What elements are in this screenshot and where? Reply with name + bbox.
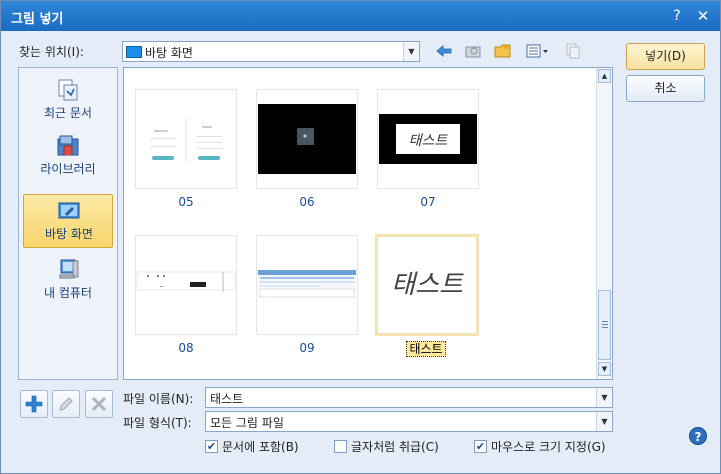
file-name: 09 bbox=[299, 341, 315, 355]
thumbnail bbox=[256, 89, 358, 189]
thumbnail: 태스트 bbox=[377, 89, 479, 189]
option-label: 글자처럼 취급(C) bbox=[351, 440, 439, 454]
file-item[interactable]: 08 bbox=[135, 235, 239, 355]
file-type-label: 파일 형식(T): bbox=[123, 416, 192, 430]
place-recent-documents[interactable]: 최근 문서 bbox=[23, 74, 113, 128]
thumbnail-image bbox=[150, 118, 222, 162]
web-folder-icon bbox=[465, 46, 481, 58]
file-item[interactable]: 태스트 07 bbox=[377, 89, 481, 209]
desktop-icon bbox=[58, 202, 80, 219]
new-folder-icon bbox=[494, 44, 511, 58]
cancel-button[interactable]: 취소 bbox=[626, 75, 705, 102]
file-name: 08 bbox=[178, 341, 194, 355]
new-folder-button[interactable] bbox=[492, 41, 514, 61]
copy-page-icon bbox=[566, 43, 580, 59]
option-label: 마우스로 크기 지정(G) bbox=[491, 440, 606, 454]
place-label: 최근 문서 bbox=[44, 106, 92, 120]
places-bar: 최근 문서 라이브러리 바탕 화면 내 컴퓨터 bbox=[18, 67, 118, 380]
file-item-selected[interactable]: 태스트 태스트 bbox=[375, 234, 479, 357]
thumb-handwriting: 태스트 bbox=[409, 133, 449, 149]
place-library[interactable]: 라이브러리 bbox=[23, 130, 113, 184]
thumbnail bbox=[135, 235, 237, 335]
place-label: 바탕 화면 bbox=[45, 227, 93, 241]
file-name-label: 파일 이름(N): bbox=[123, 392, 194, 406]
option-label: 문서에 포함(B) bbox=[222, 440, 299, 454]
embed-in-document-checkbox[interactable]: ✔ 문서에 포함(B) bbox=[205, 438, 299, 455]
title-bar: 그림 넣기 ? ✕ bbox=[1, 1, 720, 31]
file-type-value: 모든 그림 파일 bbox=[210, 416, 284, 430]
thumbnail bbox=[135, 89, 237, 189]
desktop-icon bbox=[126, 46, 142, 58]
place-desktop[interactable]: 바탕 화면 bbox=[23, 194, 113, 248]
look-in-value: 바탕 화면 bbox=[145, 46, 193, 60]
file-name: 06 bbox=[299, 195, 315, 209]
file-name: 07 bbox=[420, 195, 436, 209]
back-button[interactable] bbox=[433, 41, 455, 61]
thumbnail: 태스트 bbox=[375, 234, 479, 336]
checkbox-checked[interactable]: ✔ bbox=[205, 440, 218, 453]
view-list-icon bbox=[526, 44, 548, 58]
scroll-up-button[interactable]: ▲ bbox=[598, 69, 611, 83]
web-search-button[interactable] bbox=[462, 41, 484, 61]
back-arrow-icon bbox=[436, 45, 452, 57]
file-name: 태스트 bbox=[375, 340, 477, 357]
checkbox-unchecked[interactable] bbox=[334, 440, 347, 453]
close-button[interactable]: ✕ bbox=[693, 6, 713, 26]
chevron-down-icon[interactable]: ▼ bbox=[596, 388, 612, 407]
thumbnail-image: 태스트 bbox=[379, 114, 477, 164]
file-name-input[interactable]: 태스트 ▼ bbox=[205, 387, 613, 408]
file-name-value: 태스트 bbox=[210, 392, 244, 406]
file-item[interactable]: 05 bbox=[135, 89, 239, 209]
place-my-computer[interactable]: 내 컴퓨터 bbox=[23, 254, 113, 308]
treat-as-char-checkbox[interactable]: 글자처럼 취급(C) bbox=[334, 438, 439, 455]
thumbnail-image: 태스트 bbox=[391, 270, 464, 300]
insert-button[interactable]: 넣기(D) bbox=[626, 43, 705, 70]
help-icon[interactable]: ? bbox=[689, 427, 707, 445]
look-in-dropdown[interactable]: 바탕 화면 ▼ bbox=[122, 41, 420, 62]
vertical-scrollbar[interactable]: ▲ ▼ bbox=[596, 68, 612, 379]
thumbnail-image bbox=[136, 271, 236, 292]
help-title-button[interactable]: ? bbox=[667, 6, 687, 26]
pencil-icon bbox=[59, 397, 73, 411]
plus-icon bbox=[25, 395, 43, 413]
views-menu-button[interactable] bbox=[524, 41, 552, 61]
file-type-dropdown[interactable]: 모든 그림 파일 ▼ bbox=[205, 411, 613, 432]
file-item[interactable]: 09 bbox=[256, 235, 360, 355]
place-label: 내 컴퓨터 bbox=[44, 286, 92, 300]
chevron-down-icon[interactable]: ▼ bbox=[403, 42, 419, 61]
recent-docs-icon bbox=[58, 79, 78, 101]
checkbox-checked[interactable]: ✔ bbox=[474, 440, 487, 453]
delete-place-button[interactable] bbox=[85, 390, 113, 418]
preview-button[interactable] bbox=[562, 41, 584, 61]
scroll-down-button[interactable]: ▼ bbox=[598, 362, 611, 376]
look-in-label: 찾는 위치(I): bbox=[19, 45, 84, 59]
thumbnail bbox=[256, 235, 358, 335]
selected-file-label: 태스트 bbox=[406, 341, 446, 357]
file-list[interactable]: 05 06 태스트 07 08 09 태스트 태스트 ▲ ▼ bbox=[123, 67, 613, 380]
chevron-down-icon[interactable]: ▼ bbox=[596, 412, 612, 431]
insert-picture-dialog: 그림 넣기 ? ✕ 찾는 위치(I): 바탕 화면 ▼ 최근 문서 라이브러리 bbox=[0, 0, 721, 474]
add-place-button[interactable] bbox=[20, 390, 48, 418]
mouse-size-checkbox[interactable]: ✔ 마우스로 크기 지정(G) bbox=[474, 438, 606, 455]
delete-x-icon bbox=[91, 396, 107, 412]
edit-place-button[interactable] bbox=[52, 390, 80, 418]
library-icon bbox=[57, 135, 79, 156]
computer-icon bbox=[59, 259, 79, 279]
place-label: 라이브러리 bbox=[40, 162, 96, 176]
thumb-handwriting: 태스트 bbox=[391, 270, 464, 300]
file-item[interactable]: 06 bbox=[256, 89, 360, 209]
scroll-thumb[interactable] bbox=[598, 290, 611, 360]
dialog-title: 그림 넣기 bbox=[11, 12, 64, 27]
thumbnail-image bbox=[258, 270, 356, 298]
thumbnail-image bbox=[258, 104, 356, 174]
file-name: 05 bbox=[178, 195, 194, 209]
